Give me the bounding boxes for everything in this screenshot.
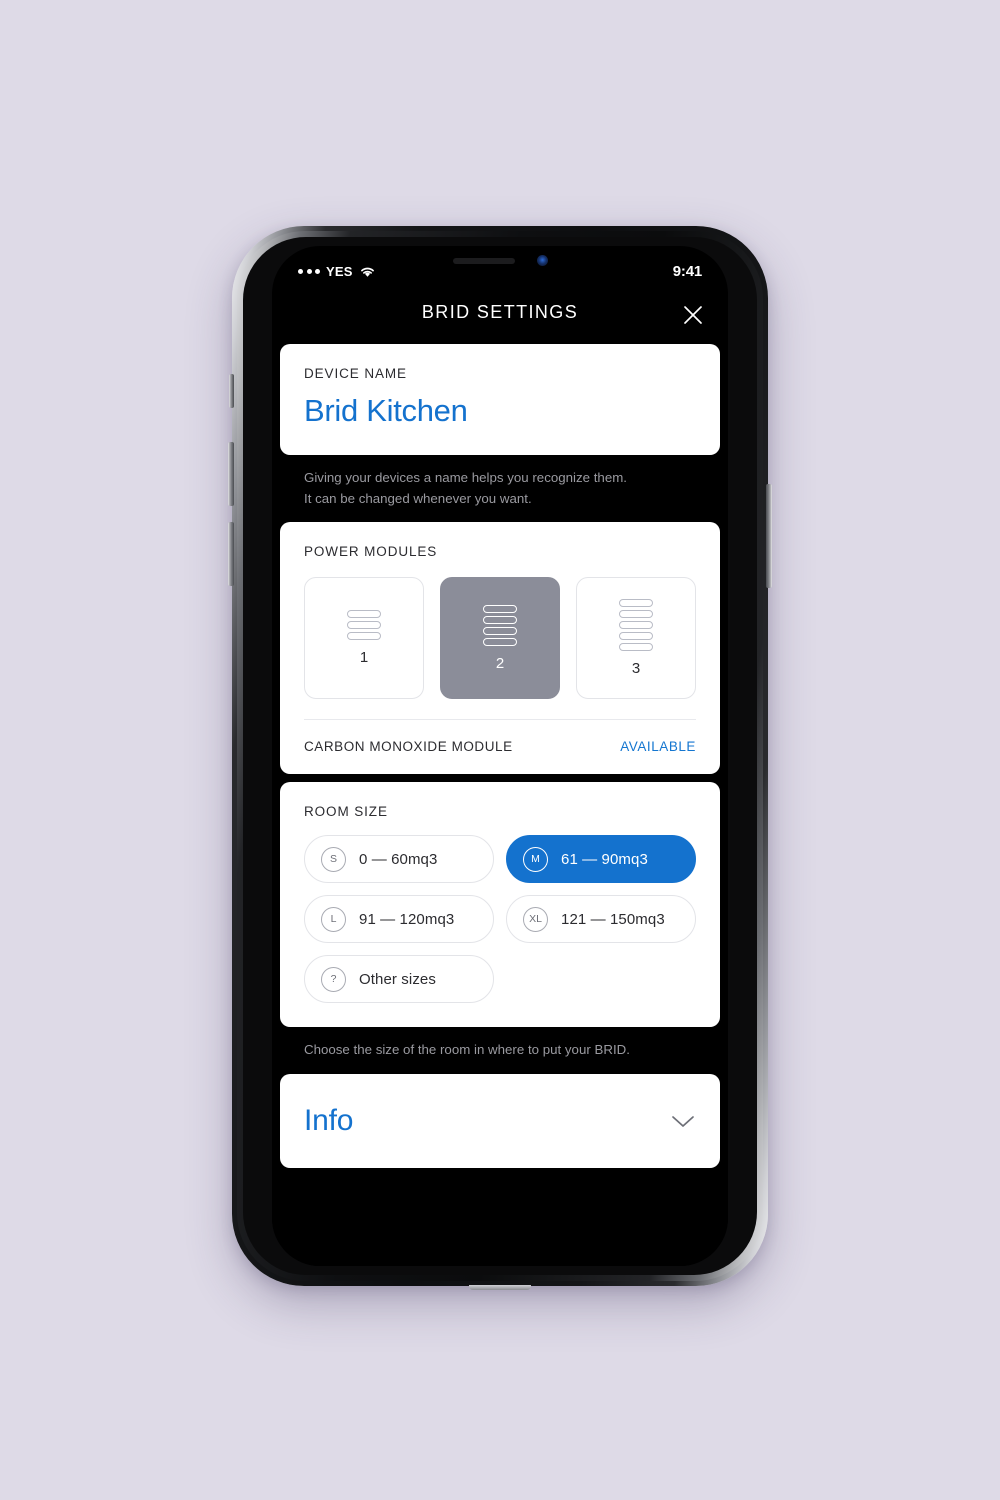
room-size-option-label: 121 — 150mq3 (561, 910, 665, 928)
size-badge-icon: M (523, 846, 548, 872)
size-badge-icon: L (321, 906, 346, 932)
room-size-option-label: Other sizes (359, 970, 436, 988)
front-camera-icon (536, 255, 548, 266)
status-bar-time: 9:41 (672, 262, 702, 280)
power-modules-label: POWER MODULES (304, 544, 438, 560)
phone-mockup: YES 9:41 BRID SETTINGS DEVICE NAME Brid … (228, 226, 772, 1290)
power-module-number: 2 (495, 654, 505, 672)
question-badge-icon: ? (321, 966, 346, 992)
room-size-option-s[interactable]: S 0 — 60mq3 (304, 835, 494, 884)
room-size-option-label: 91 — 120mq3 (359, 910, 455, 928)
wifi-icon (359, 265, 376, 278)
stacked-bars-icon (483, 604, 517, 646)
room-size-label: ROOM SIZE (304, 804, 388, 820)
settings-content: DEVICE NAME Brid Kitchen Giving your dev… (272, 344, 728, 1266)
info-card[interactable]: Info (280, 1073, 720, 1168)
room-size-option-other[interactable]: ? Other sizes (304, 955, 494, 1004)
power-module-number: 3 (631, 660, 641, 678)
phone-screen: YES 9:41 BRID SETTINGS DEVICE NAME Brid … (272, 246, 728, 1266)
room-size-option-m[interactable]: M 61 — 90mq3 (506, 835, 696, 884)
close-icon (684, 306, 702, 324)
size-badge-icon: XL (523, 906, 548, 932)
page-title: BRID SETTINGS (421, 302, 579, 322)
power-module-number: 1 (359, 649, 369, 667)
power-module-option-2[interactable]: 2 (440, 577, 560, 700)
room-size-option-label: 61 — 90mq3 (561, 850, 648, 868)
room-size-option-label: 0 — 60mq3 (359, 850, 438, 868)
device-name-helper-line-1: Giving your devices a name helps you rec… (304, 470, 627, 485)
room-size-option-l[interactable]: L 91 — 120mq3 (304, 895, 494, 944)
room-size-options: S 0 — 60mq3 M 61 — 90mq3 L 91 — 120mq3 X… (280, 819, 720, 1004)
power-modules-card: POWER MODULES 1 2 3 CARBON MONOXIDE MODU… (280, 522, 720, 775)
size-badge-icon: S (321, 846, 346, 872)
power-modules-row: 1 2 3 (280, 559, 720, 719)
volume-up-button[interactable] (228, 442, 234, 506)
power-button[interactable] (766, 484, 772, 588)
carbon-monoxide-row[interactable]: CARBON MONOXIDE MODULE AVAILABLE (280, 720, 720, 774)
room-size-helper-text: Choose the size of the room in where to … (304, 1042, 630, 1058)
earpiece-speaker-icon (452, 257, 515, 264)
phone-notch (402, 246, 598, 275)
status-bar-left: YES (298, 264, 376, 279)
close-button[interactable] (678, 300, 708, 330)
signal-dots-icon (298, 268, 320, 274)
chevron-down-icon[interactable] (670, 1113, 696, 1129)
device-name-helper-line-2: It can be changed whenever you want. (304, 490, 532, 506)
stacked-bars-icon (619, 599, 653, 652)
device-name-label: DEVICE NAME (304, 366, 407, 381)
device-name-helper-text: Giving your devices a name helps you rec… (280, 455, 720, 522)
device-name-input[interactable]: Brid Kitchen (304, 393, 696, 429)
info-title: Info (304, 1103, 354, 1137)
stacked-bars-icon (347, 610, 381, 641)
power-module-option-3[interactable]: 3 (576, 577, 696, 700)
power-module-option-1[interactable]: 1 (304, 577, 424, 700)
device-name-card[interactable]: DEVICE NAME Brid Kitchen (280, 344, 720, 455)
carbon-monoxide-status-badge[interactable]: AVAILABLE (620, 739, 696, 754)
carrier-label: YES (326, 263, 353, 279)
phone-bottom-notch (469, 1285, 531, 1290)
nav-bar: BRID SETTINGS (272, 288, 728, 344)
carbon-monoxide-label: CARBON MONOXIDE MODULE (304, 739, 513, 755)
mute-switch-button[interactable] (229, 374, 234, 408)
room-size-option-xl[interactable]: XL 121 — 150mq3 (506, 895, 696, 944)
volume-down-button[interactable] (228, 522, 234, 586)
room-size-card: ROOM SIZE S 0 — 60mq3 M 61 — 90mq3 L 91 … (280, 782, 720, 1028)
